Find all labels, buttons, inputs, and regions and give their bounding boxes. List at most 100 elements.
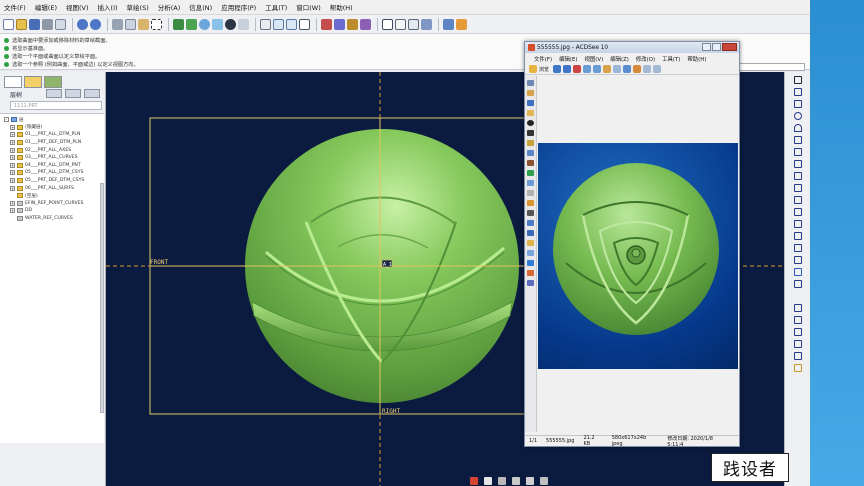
arc-icon[interactable] xyxy=(793,124,802,132)
hidden-line-icon[interactable] xyxy=(395,18,406,30)
side-tool-icon[interactable] xyxy=(527,170,534,176)
browse-button[interactable]: 浏览 xyxy=(539,66,549,73)
acd-menu-help[interactable]: 帮助(H) xyxy=(687,55,706,63)
side-tool-icon[interactable] xyxy=(527,190,534,196)
menu-tools[interactable]: 工具(T) xyxy=(265,2,287,12)
side-tool-icon[interactable] xyxy=(527,200,534,206)
help-icon[interactable] xyxy=(456,18,467,30)
tree-node[interactable]: (空层) xyxy=(0,192,104,200)
side-tool-icon[interactable] xyxy=(527,100,534,106)
tree-node[interactable]: +02___PRT_ALL_AXES xyxy=(0,146,104,154)
side-tool-icon[interactable] xyxy=(527,120,534,126)
done-check-icon[interactable] xyxy=(793,268,802,276)
browse-icon[interactable] xyxy=(529,65,537,73)
shade-icon[interactable] xyxy=(421,18,432,30)
zoom-in-icon[interactable] xyxy=(273,18,284,30)
tree-node[interactable]: +01___PRT_ALL_DTM_PLN xyxy=(0,131,104,139)
expand-toggle-icon[interactable]: + xyxy=(10,132,15,138)
expand-toggle-icon[interactable]: + xyxy=(10,185,15,191)
tree-node[interactable]: +05___PRT_ALL_DTM_CSYS xyxy=(0,169,104,177)
expand-toggle-icon[interactable]: + xyxy=(10,155,15,161)
analysis-icon[interactable] xyxy=(793,364,802,372)
point-x-icon[interactable] xyxy=(793,160,802,168)
side-tool-icon[interactable] xyxy=(527,280,534,286)
csys-display-icon[interactable] xyxy=(360,18,371,30)
expand-toggle-icon[interactable]: + xyxy=(10,200,15,206)
side-tool-icon[interactable] xyxy=(527,90,534,96)
menu-applications[interactable]: 应用程序(P) xyxy=(221,2,256,12)
tree-node[interactable]: + DD xyxy=(0,207,104,215)
tab-favorites[interactable] xyxy=(44,76,62,88)
datum-display-icon[interactable] xyxy=(186,18,197,30)
acd-menu-zoom[interactable]: 编辑(Z) xyxy=(610,55,629,63)
menu-insert[interactable]: 插入(I) xyxy=(98,2,118,12)
point-display-icon[interactable] xyxy=(347,18,358,30)
tree-node[interactable]: + (隐藏层) xyxy=(0,124,104,132)
tab-folder-browser[interactable] xyxy=(24,76,42,88)
orient-icon[interactable] xyxy=(212,18,223,30)
expand-toggle-icon[interactable]: + xyxy=(10,147,15,153)
expand-toggle-icon[interactable]: + xyxy=(10,140,15,146)
tree-node[interactable]: +05___PRT_DEF_DTM_CSYS xyxy=(0,177,104,185)
menu-help[interactable]: 帮助(H) xyxy=(330,2,353,12)
refit-icon[interactable] xyxy=(299,18,310,30)
acd-menu-view[interactable]: 视图(V) xyxy=(585,55,604,63)
undo-icon[interactable] xyxy=(77,18,88,30)
point-icon[interactable] xyxy=(793,88,802,96)
close-icon[interactable] xyxy=(722,43,737,51)
shading-icon[interactable] xyxy=(225,18,236,30)
rotate-left-icon[interactable] xyxy=(583,65,592,73)
datum-curve-icon[interactable] xyxy=(793,328,802,336)
tray-app-icon[interactable] xyxy=(498,476,506,485)
view-manager-icon[interactable] xyxy=(238,18,249,30)
side-tool-icon[interactable] xyxy=(527,180,534,186)
regenerate-icon[interactable] xyxy=(173,18,184,30)
tree-node[interactable]: WATER_REF_CURVES xyxy=(0,215,104,223)
palette-icon[interactable] xyxy=(793,232,802,240)
spline-icon[interactable] xyxy=(793,148,802,156)
zoom-out-icon[interactable] xyxy=(286,18,297,30)
expand-toggle-icon[interactable]: + xyxy=(10,178,15,184)
plane-display-icon[interactable] xyxy=(321,18,332,30)
dimension-icon[interactable] xyxy=(793,184,802,192)
tray-app-icon[interactable] xyxy=(470,476,478,485)
datum-axis-icon[interactable] xyxy=(793,316,802,324)
layer-filter-input[interactable]: 1111.PRT xyxy=(10,101,102,110)
edit-icon[interactable] xyxy=(633,65,642,73)
prev-icon[interactable] xyxy=(553,65,562,73)
zoom-in-icon[interactable] xyxy=(643,65,652,73)
tray-app-icon[interactable] xyxy=(526,476,534,485)
rotate-right-icon[interactable] xyxy=(593,65,602,73)
select-box-icon[interactable] xyxy=(151,18,162,30)
menu-info[interactable]: 信息(N) xyxy=(189,2,212,12)
redo-icon[interactable] xyxy=(90,18,101,30)
menu-view[interactable]: 视图(V) xyxy=(66,2,89,12)
layer-settings-icon[interactable] xyxy=(46,89,62,98)
zoom-icon[interactable] xyxy=(613,65,622,73)
select-arrow-icon[interactable] xyxy=(793,76,802,84)
expand-toggle-icon[interactable]: - xyxy=(4,117,9,123)
acd-menu-file[interactable]: 文件(F) xyxy=(534,55,552,63)
open-icon[interactable] xyxy=(16,18,27,30)
no-hidden-icon[interactable] xyxy=(408,18,419,30)
side-tool-icon[interactable] xyxy=(527,80,534,86)
menu-analysis[interactable]: 分析(A) xyxy=(158,2,181,12)
cancel-x-icon[interactable] xyxy=(793,280,802,288)
tray-app-icon[interactable] xyxy=(540,476,548,485)
side-tool-icon[interactable] xyxy=(527,130,534,136)
acdsee-titlebar[interactable]: 555555.jpg - ACDSee 10 xyxy=(525,42,739,53)
side-tool-icon[interactable] xyxy=(527,140,534,146)
menu-window[interactable]: 窗口(W) xyxy=(296,2,321,12)
print-icon[interactable] xyxy=(42,18,53,30)
modify-icon[interactable] xyxy=(793,196,802,204)
expand-toggle-icon[interactable]: + xyxy=(10,162,15,168)
acdsee-image-view[interactable] xyxy=(538,143,738,369)
tray-app-icon[interactable] xyxy=(484,476,492,485)
text-icon[interactable] xyxy=(793,220,802,228)
side-tool-icon[interactable] xyxy=(527,160,534,166)
email-icon[interactable] xyxy=(55,18,66,30)
layer-show-icon[interactable] xyxy=(65,89,81,98)
mirror-icon[interactable] xyxy=(793,256,802,264)
menu-edit[interactable]: 编辑(E) xyxy=(35,2,57,12)
acd-menu-modify[interactable]: 修改(O) xyxy=(636,55,655,63)
